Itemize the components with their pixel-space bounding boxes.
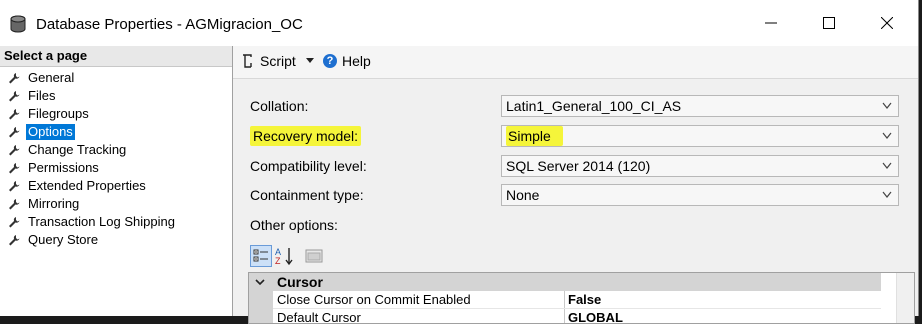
title-bar: Database Properties - AGMigracion_OC — [0, 0, 918, 47]
options-pane: Script ? Help Collation: Latin1_General_… — [233, 46, 918, 324]
chevron-down-icon — [882, 132, 892, 139]
alphabetical-view-button[interactable]: A Z — [273, 245, 295, 267]
page-item-label: Permissions — [28, 160, 99, 175]
help-label: Help — [342, 53, 371, 69]
page-item-label: Query Store — [28, 232, 99, 247]
chevron-down-icon — [882, 191, 892, 198]
script-button[interactable]: Script — [241, 53, 315, 69]
wrench-icon — [9, 181, 20, 192]
chevron-down-icon — [882, 102, 892, 109]
property-pages-button[interactable] — [303, 245, 325, 267]
containment-type-label: Containment type: — [250, 183, 364, 207]
categorized-view-button[interactable] — [250, 245, 272, 267]
collation-label-text: Collation: — [250, 98, 309, 114]
chevron-down-icon — [882, 162, 892, 169]
wrench-icon — [9, 199, 20, 210]
wrench-icon — [9, 163, 20, 174]
page-selector-header: Select a page — [0, 46, 232, 67]
grid-separator — [564, 309, 565, 323]
property-pages-icon — [305, 249, 323, 263]
wrench-icon — [9, 235, 20, 246]
page-item-label: Transaction Log Shipping — [28, 214, 175, 229]
minimize-icon — [765, 22, 777, 24]
database-properties-window: Database Properties - AGMigracion_OC Sel… — [0, 0, 919, 324]
recovery-model-label: Recovery model: — [250, 124, 362, 148]
grid-row-value[interactable]: GLOBAL — [568, 310, 623, 323]
page-item-permissions[interactable]: Permissions — [8, 159, 101, 177]
wrench-icon — [9, 73, 20, 84]
page-item-change-tracking[interactable]: Change Tracking — [8, 141, 128, 159]
compatibility-level-label-text: Compatibility level: — [250, 158, 367, 174]
page-item-label: General — [28, 70, 75, 85]
compatibility-level-dropdown[interactable]: SQL Server 2014 (120) — [501, 155, 899, 177]
wrench-icon — [9, 127, 20, 138]
page-item-label: Mirroring — [28, 196, 80, 211]
page-selector-pane: Select a page General Files Filegroups O… — [0, 46, 233, 316]
close-button[interactable] — [858, 0, 916, 46]
collation-value: Latin1_General_100_CI_AS — [506, 98, 682, 114]
grid-category-cursor[interactable]: Cursor — [249, 273, 881, 291]
grid-gutter — [249, 291, 273, 309]
page-item-files[interactable]: Files — [8, 87, 57, 105]
collation-label: Collation: — [250, 94, 308, 118]
minimize-button[interactable] — [742, 0, 800, 46]
page-item-general[interactable]: General — [8, 69, 76, 87]
grid-row[interactable]: Default Cursor GLOBAL — [249, 309, 881, 324]
database-icon — [10, 15, 26, 33]
page-item-mirroring[interactable]: Mirroring — [8, 195, 81, 213]
containment-type-value: None — [506, 187, 540, 203]
page-item-label: Extended Properties — [28, 178, 146, 193]
page-item-label: Files — [28, 88, 56, 103]
chevron-down-icon[interactable] — [305, 57, 315, 65]
sort-alphabetical-icon: A Z — [275, 247, 293, 266]
grid-row-value[interactable]: False — [568, 292, 601, 308]
compatibility-level-label: Compatibility level: — [250, 154, 367, 178]
wrench-icon — [9, 217, 20, 228]
page-item-label: Change Tracking — [28, 142, 127, 157]
recovery-model-value: Simple — [506, 126, 563, 146]
containment-type-label-text: Containment type: — [250, 187, 364, 203]
recovery-model-dropdown[interactable]: Simple — [501, 125, 899, 147]
script-label: Script — [260, 53, 296, 69]
maximize-icon — [823, 17, 835, 29]
maximize-button[interactable] — [800, 0, 858, 46]
svg-text:Z: Z — [275, 256, 281, 266]
page-item-options[interactable]: Options — [8, 123, 75, 141]
property-grid: Cursor Close Cursor on Commit Enabled Fa… — [248, 272, 915, 324]
toolbar: Script ? Help — [233, 46, 918, 79]
page-item-extended-properties[interactable]: Extended Properties — [8, 177, 148, 195]
script-icon — [243, 54, 252, 68]
other-options-label: Other options: — [250, 217, 338, 233]
wrench-icon — [9, 145, 20, 156]
page-item-label: Options — [26, 124, 75, 140]
collation-dropdown[interactable]: Latin1_General_100_CI_AS — [501, 95, 899, 117]
page-item-query-store[interactable]: Query Store — [8, 231, 100, 249]
grid-row-name: Default Cursor — [277, 310, 361, 324]
wrench-icon — [9, 109, 20, 120]
compatibility-level-value: SQL Server 2014 (120) — [506, 158, 651, 174]
window-title: Database Properties - AGMigracion_OC — [36, 16, 303, 33]
wrench-icon — [9, 91, 20, 102]
page-item-filegroups[interactable]: Filegroups — [8, 105, 91, 123]
grid-gutter — [249, 309, 273, 323]
grid-row-name: Close Cursor on Commit Enabled — [277, 292, 471, 307]
page-item-transaction-log-shipping[interactable]: Transaction Log Shipping — [8, 213, 177, 231]
grid-row[interactable]: Close Cursor on Commit Enabled False — [249, 291, 881, 309]
close-icon — [881, 17, 893, 29]
grid-separator — [564, 291, 565, 309]
recovery-model-label-text: Recovery model: — [250, 126, 362, 146]
help-icon: ? — [323, 54, 337, 68]
grid-category-label: Cursor — [277, 274, 323, 290]
help-button[interactable]: ? Help — [323, 53, 371, 69]
categorized-icon — [253, 249, 268, 262]
containment-type-dropdown[interactable]: None — [501, 184, 899, 206]
collapse-chevron-icon[interactable] — [255, 277, 265, 287]
page-item-label: Filegroups — [28, 106, 89, 121]
